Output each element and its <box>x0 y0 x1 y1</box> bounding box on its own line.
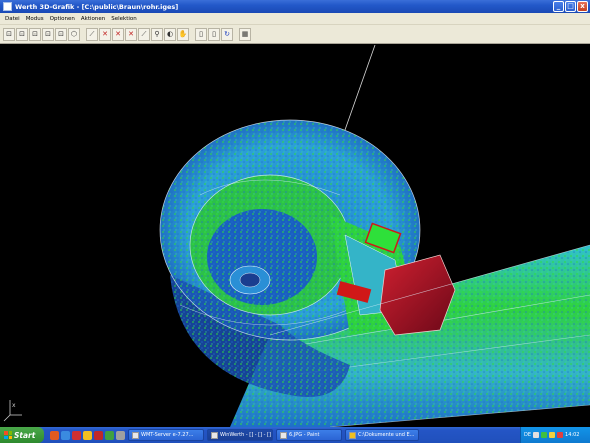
volume-icon[interactable] <box>549 432 556 438</box>
menu-modus[interactable]: Modus <box>23 16 47 22</box>
menu-selektion[interactable]: Selektion <box>108 16 140 22</box>
toolbar-separator <box>190 28 194 41</box>
folder-icon <box>349 431 356 439</box>
zoom-icon[interactable]: ⚲ <box>151 27 163 41</box>
menu-bar: Datei Modus Optionen Aktionen Selektion <box>0 13 590 25</box>
browser-icon[interactable] <box>50 430 59 440</box>
grid-icon[interactable]: ▦ <box>239 27 251 41</box>
ie-icon[interactable] <box>61 430 70 440</box>
window-icon <box>211 431 218 439</box>
layer-icon[interactable]: ▯ <box>195 27 207 41</box>
window-controls: _ □ x <box>553 1 588 12</box>
task-explorer[interactable]: C:\Dokumente und E... <box>345 429 419 441</box>
pan-hand-icon[interactable]: ✋ <box>177 27 189 41</box>
view-iso-icon[interactable]: ⬡ <box>68 27 80 41</box>
window-title: Werth 3D-Grafik - [C:\public\Braun\rohr.… <box>15 2 179 11</box>
view-front-icon[interactable]: ⊡ <box>16 27 28 41</box>
minimize-button[interactable]: _ <box>553 1 564 12</box>
app-green-icon[interactable] <box>105 430 114 440</box>
app-red-icon[interactable] <box>72 430 81 440</box>
3d-viewport[interactable]: x <box>0 45 590 427</box>
start-label: Start <box>14 430 36 440</box>
toolbar-separator <box>81 28 85 41</box>
security-icon[interactable] <box>557 432 564 438</box>
app-grey-icon[interactable] <box>116 430 125 440</box>
taskbar: Start WMT-Server e-7.27... WinWerth - []… <box>0 427 590 443</box>
title-bar: Werth 3D-Grafik - [C:\public\Braun\rohr.… <box>0 0 590 13</box>
cross-select-3-icon[interactable]: ✕ <box>125 27 137 41</box>
open-file-icon[interactable]: ⊡ <box>3 27 15 41</box>
menu-aktionen[interactable]: Aktionen <box>78 16 108 22</box>
quick-launch <box>50 430 125 440</box>
cross-select-2-icon[interactable]: ✕ <box>112 27 124 41</box>
axis-indicator: x <box>3 400 22 422</box>
menu-optionen[interactable]: Optionen <box>47 16 78 22</box>
view-top-icon[interactable]: ⊡ <box>42 27 54 41</box>
close-button[interactable]: x <box>577 1 588 12</box>
task-paint[interactable]: 6.JPG - Paint <box>276 429 342 441</box>
task-winwerth[interactable]: WinWerth - [] - [] - [] <box>207 429 273 441</box>
windows-logo-icon <box>4 431 12 439</box>
app-red-2-icon[interactable] <box>94 430 103 440</box>
3d-model-render: x <box>3 45 590 427</box>
maximize-button[interactable]: □ <box>565 1 576 12</box>
network-icon[interactable] <box>541 432 548 438</box>
toolbar-separator <box>234 28 238 41</box>
tray-app-icon[interactable] <box>533 432 540 438</box>
window-icon <box>132 431 139 439</box>
cross-select-icon[interactable]: ✕ <box>99 27 111 41</box>
clock: 14:02 <box>565 432 580 438</box>
system-tray: DE 14:02 <box>520 427 590 443</box>
app-icon <box>3 2 12 11</box>
menu-datei[interactable]: Datei <box>2 16 23 22</box>
paint-icon <box>280 431 287 439</box>
measure-line-icon[interactable]: ⟋ <box>138 27 150 41</box>
task-wmt-server[interactable]: WMT-Server e-7.27... <box>128 429 204 441</box>
select-line-icon[interactable]: ⟋ <box>86 27 98 41</box>
language-indicator[interactable]: DE <box>524 432 531 438</box>
folder-icon[interactable] <box>83 430 92 440</box>
view-side-icon[interactable]: ⊡ <box>29 27 41 41</box>
axis-label: x <box>12 402 16 409</box>
rotate-icon[interactable]: ↻ <box>221 27 233 41</box>
shading-icon[interactable]: ◐ <box>164 27 176 41</box>
start-button[interactable]: Start <box>0 427 44 443</box>
toolbar: ⊡ ⊡ ⊡ ⊡ ⊡ ⬡ ⟋ ✕ ✕ ✕ ⟋ ⚲ ◐ ✋ ▯ ▯ ↻ ▦ <box>0 25 590 44</box>
layer-2-icon[interactable]: ▯ <box>208 27 220 41</box>
view-back-icon[interactable]: ⊡ <box>55 27 67 41</box>
